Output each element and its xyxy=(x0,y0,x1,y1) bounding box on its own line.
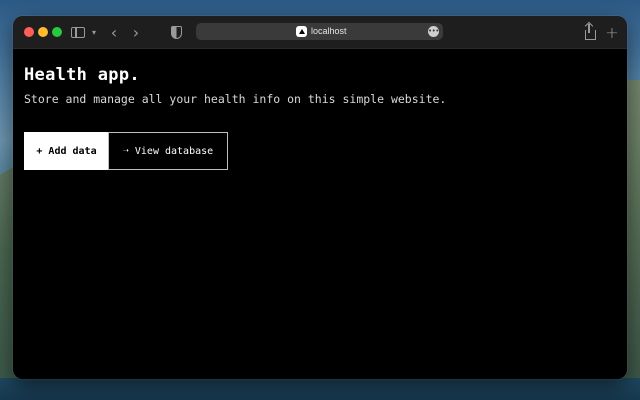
close-window-button[interactable] xyxy=(24,27,34,37)
more-icon[interactable]: ••• xyxy=(428,26,439,37)
page-content: Health app. Store and manage all your he… xyxy=(13,49,627,379)
chevron-down-icon[interactable]: ▾ xyxy=(89,23,99,41)
site-icon xyxy=(296,26,307,37)
sidebar-icon[interactable] xyxy=(71,23,85,41)
back-arrow-icon[interactable]: ‹ xyxy=(108,23,120,42)
share-icon[interactable] xyxy=(583,23,597,41)
shield-icon[interactable] xyxy=(169,23,183,41)
url-text: localhost xyxy=(311,26,347,36)
minimize-window-button[interactable] xyxy=(38,27,48,37)
plus-icon[interactable]: + xyxy=(605,23,619,42)
desktop-wallpaper-bottom xyxy=(0,378,640,400)
page-title: Health app. xyxy=(24,65,140,85)
add-data-button[interactable]: + Add data xyxy=(24,132,109,170)
page-subtitle: Store and manage all your health info on… xyxy=(24,92,447,106)
browser-toolbar: ▾ ‹ › localhost ••• + xyxy=(13,16,627,49)
browser-window: ▾ ‹ › localhost ••• + Health app. Store … xyxy=(13,16,627,379)
zoom-window-button[interactable] xyxy=(52,27,62,37)
view-database-button[interactable]: ➝ View database xyxy=(108,132,228,170)
address-bar[interactable]: localhost ••• xyxy=(196,23,443,40)
forward-arrow-icon[interactable]: › xyxy=(130,23,142,42)
